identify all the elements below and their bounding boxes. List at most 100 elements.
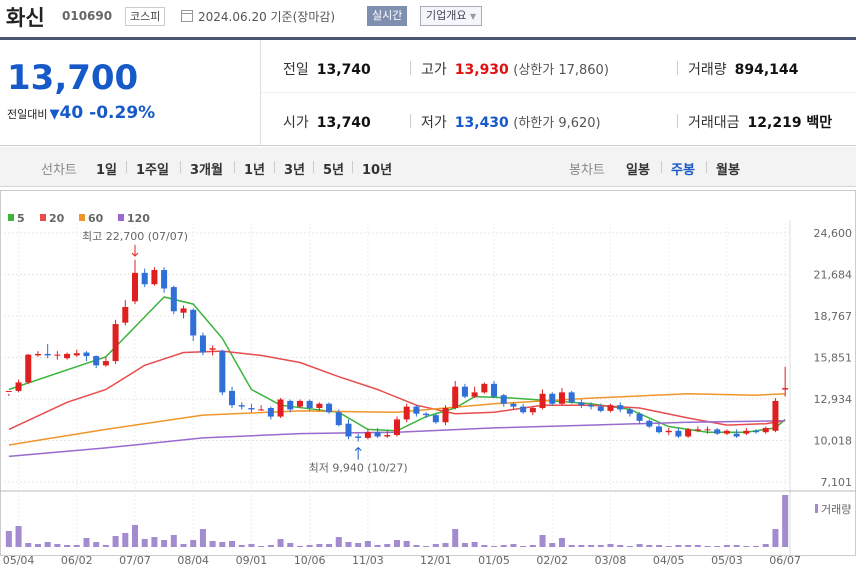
low-label: 저가 xyxy=(421,115,447,131)
candle-body xyxy=(549,393,556,404)
candle xyxy=(413,405,420,417)
calendar-icon xyxy=(181,10,193,22)
candle-body xyxy=(335,412,342,426)
candle xyxy=(170,285,177,315)
candle-body xyxy=(296,400,303,407)
volume-bar xyxy=(539,535,546,547)
company-overview-label: 기업개요 xyxy=(426,9,467,22)
candle-body xyxy=(588,405,595,407)
candle-body xyxy=(180,308,187,313)
candle xyxy=(568,390,575,404)
period-1y[interactable]: 1년 xyxy=(244,159,265,178)
candlestick-chart[interactable]: 24,600 21,684 18,767 15,851 12,934 10,018 7,10… xyxy=(0,190,856,567)
x-tick-label: 04/05 xyxy=(653,554,685,567)
divider xyxy=(274,161,275,173)
volume-bar xyxy=(374,545,381,547)
volume-bar xyxy=(588,545,595,547)
x-tick-label: 06/02 xyxy=(61,554,93,567)
candle-body xyxy=(500,395,507,404)
candle xyxy=(452,380,459,410)
candle-body xyxy=(15,382,22,391)
divider xyxy=(410,61,411,75)
candle xyxy=(685,427,692,438)
divider xyxy=(126,161,127,173)
candle xyxy=(326,402,333,414)
volume-bar xyxy=(54,544,61,547)
candle xyxy=(93,355,100,369)
candle xyxy=(393,416,401,437)
volume-legend: 거래량 xyxy=(815,503,851,516)
divider xyxy=(352,161,353,173)
volume-cell: 거래량 894,144 xyxy=(688,59,798,79)
candle xyxy=(549,392,556,406)
candle-body xyxy=(112,324,119,362)
candle-body xyxy=(287,400,294,410)
candle xyxy=(190,308,197,342)
volume-bar xyxy=(64,545,71,547)
candle xyxy=(131,260,139,305)
candle xyxy=(258,405,265,411)
volume-bar xyxy=(772,529,779,547)
candle-body xyxy=(73,353,80,356)
candle-body xyxy=(199,335,206,353)
candle xyxy=(481,382,488,394)
candle-body xyxy=(364,432,371,438)
period-10y[interactable]: 10년 xyxy=(362,159,392,178)
candle-body xyxy=(131,272,139,302)
prev-close-cell: 전일 13,740 xyxy=(283,59,371,79)
volume-bar xyxy=(287,543,294,547)
candle xyxy=(500,393,507,407)
prev-close-value: 13,740 xyxy=(316,62,371,78)
x-tick-label: 11/03 xyxy=(352,554,384,567)
candle-body xyxy=(510,403,517,407)
realtime-button[interactable]: 실시간 xyxy=(367,6,408,26)
volume-bar xyxy=(617,545,624,547)
x-tick-label: 07/07 xyxy=(119,554,151,567)
candle-body xyxy=(704,429,711,431)
company-overview-button[interactable]: 기업개요 ▼ xyxy=(420,6,483,26)
volume-bar xyxy=(141,539,148,547)
volume-bar xyxy=(743,546,750,547)
volume-bar xyxy=(326,544,333,547)
period-3y[interactable]: 3년 xyxy=(284,159,305,178)
period-1w[interactable]: 1주일 xyxy=(136,159,169,178)
x-tick-label: 02/02 xyxy=(536,554,568,567)
candle-weekly[interactable]: 주봉 xyxy=(671,159,695,178)
candle-body xyxy=(209,348,216,350)
candle-body xyxy=(743,430,750,434)
candle xyxy=(714,427,721,436)
candle-body xyxy=(597,406,604,411)
candle-body xyxy=(54,354,61,356)
candle-body xyxy=(238,405,245,407)
candle-body xyxy=(461,386,468,397)
candle-body xyxy=(442,408,449,423)
candle xyxy=(491,380,498,399)
x-tick-label: 05/04 xyxy=(3,554,35,567)
volume-bar xyxy=(442,543,449,547)
candle-body xyxy=(685,429,692,437)
volume-bar xyxy=(675,545,682,547)
candle xyxy=(25,353,32,384)
candle-body xyxy=(694,429,701,431)
high-label: 고가 xyxy=(421,62,447,78)
candle xyxy=(432,413,439,424)
candle-monthly[interactable]: 월봉 xyxy=(716,159,740,178)
candle xyxy=(141,268,148,288)
x-tick-label: 06/07 xyxy=(769,554,801,567)
volume-bar xyxy=(500,545,507,547)
x-tick-label: 03/08 xyxy=(595,554,627,567)
amount-value: 12,219 백만 xyxy=(747,115,833,131)
legend-item: 20 xyxy=(40,212,65,225)
period-1d[interactable]: 1일 xyxy=(96,159,117,178)
divider xyxy=(661,161,662,173)
period-5y[interactable]: 5년 xyxy=(323,159,344,178)
volume-bar xyxy=(723,545,730,547)
candle-body xyxy=(413,406,420,414)
candle-body xyxy=(558,392,565,404)
volume-bar xyxy=(34,544,41,547)
candle-body xyxy=(733,433,740,437)
candle-daily[interactable]: 일봉 xyxy=(626,159,650,178)
period-3m[interactable]: 3개월 xyxy=(190,159,223,178)
candle xyxy=(112,319,119,364)
candle xyxy=(122,299,129,326)
